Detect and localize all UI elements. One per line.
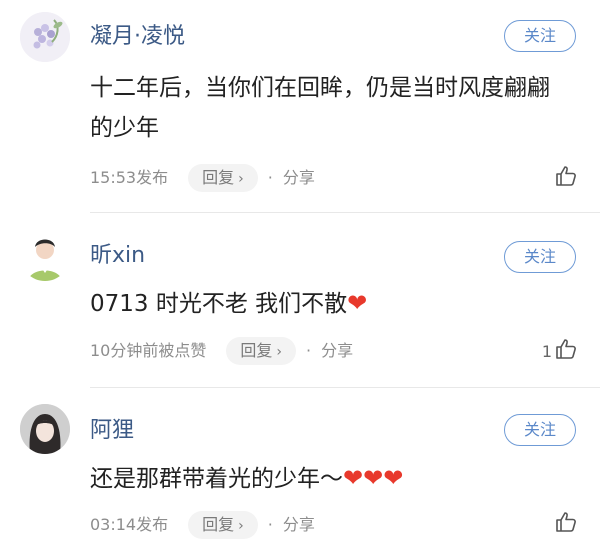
- chevron-right-icon: ›: [238, 171, 244, 187]
- timestamp: 10分钟前被点赞: [90, 341, 207, 360]
- follow-button[interactable]: 关注: [504, 414, 576, 446]
- chevron-right-icon: ›: [276, 344, 282, 360]
- thumbs-up-icon: [556, 512, 576, 532]
- comment-item: 凝月·凌悦 关注 十二年后，当你们在回眸，仍是当时风度翩翩的少年 15:53发布…: [0, 0, 600, 213]
- comment-item: 阿狸 关注 还是那群带着光的少年～❤❤❤ 03:14发布 回复 › · 分享: [0, 388, 600, 547]
- comment-text-body: 0713 时光不老 我们不散: [90, 291, 348, 317]
- timestamp: 15:53发布: [90, 168, 169, 187]
- comment-text-body: 还是那群带着光的少年～: [90, 466, 343, 492]
- comment-text-body: 十二年后，当你们在回眸，仍是当时风度翩翩的少年: [90, 75, 550, 141]
- comment-item: 昕xin 关注 0713 时光不老 我们不散❤ 10分钟前被点赞 回复 › · 分…: [0, 213, 600, 388]
- follow-button[interactable]: 关注: [504, 241, 576, 273]
- like-button[interactable]: [554, 164, 578, 188]
- thumbs-up-icon: [556, 166, 576, 186]
- girl-avatar-icon: [20, 404, 70, 454]
- thumbs-up-icon: [556, 339, 576, 359]
- reply-button[interactable]: 回复 ›: [188, 164, 258, 192]
- comment-meta: 03:14发布 回复 › · 分享: [90, 511, 315, 539]
- comment-text: 还是那群带着光的少年～❤❤❤: [90, 458, 572, 499]
- reply-label: 回复: [240, 341, 273, 360]
- separator-dot: ·: [267, 515, 273, 534]
- reply-button[interactable]: 回复 ›: [188, 511, 258, 539]
- comment-text: 0713 时光不老 我们不散❤: [90, 283, 572, 324]
- separator-dot: ·: [306, 341, 312, 360]
- like-button[interactable]: [554, 510, 578, 534]
- reply-label: 回复: [202, 515, 235, 534]
- comment-meta: 10分钟前被点赞 回复 › · 分享: [90, 337, 353, 365]
- reply-button[interactable]: 回复 ›: [226, 337, 296, 365]
- like-count: 1: [541, 342, 552, 361]
- username[interactable]: 阿狸: [90, 418, 134, 444]
- comment-meta: 15:53发布 回复 › · 分享: [90, 164, 315, 192]
- share-button[interactable]: 分享: [321, 338, 353, 364]
- like-button[interactable]: 1: [542, 337, 578, 361]
- share-button[interactable]: 分享: [283, 165, 315, 191]
- avatar[interactable]: [20, 404, 70, 454]
- flower-avatar-icon: [20, 12, 70, 62]
- username[interactable]: 昕xin: [90, 243, 145, 269]
- comment-text: 十二年后，当你们在回眸，仍是当时风度翩翩的少年: [90, 68, 572, 148]
- timestamp: 03:14发布: [90, 515, 169, 534]
- heart-emoji: ❤❤❤: [343, 464, 404, 492]
- heart-emoji: ❤: [347, 289, 368, 317]
- avatar[interactable]: [20, 231, 70, 281]
- separator-dot: ·: [267, 168, 273, 187]
- share-button[interactable]: 分享: [283, 512, 315, 538]
- reply-label: 回复: [202, 168, 235, 187]
- chevron-right-icon: ›: [238, 518, 244, 534]
- boy-avatar-icon: [20, 231, 70, 281]
- follow-button[interactable]: 关注: [504, 20, 576, 52]
- avatar[interactable]: [20, 12, 70, 62]
- username[interactable]: 凝月·凌悦: [90, 24, 185, 50]
